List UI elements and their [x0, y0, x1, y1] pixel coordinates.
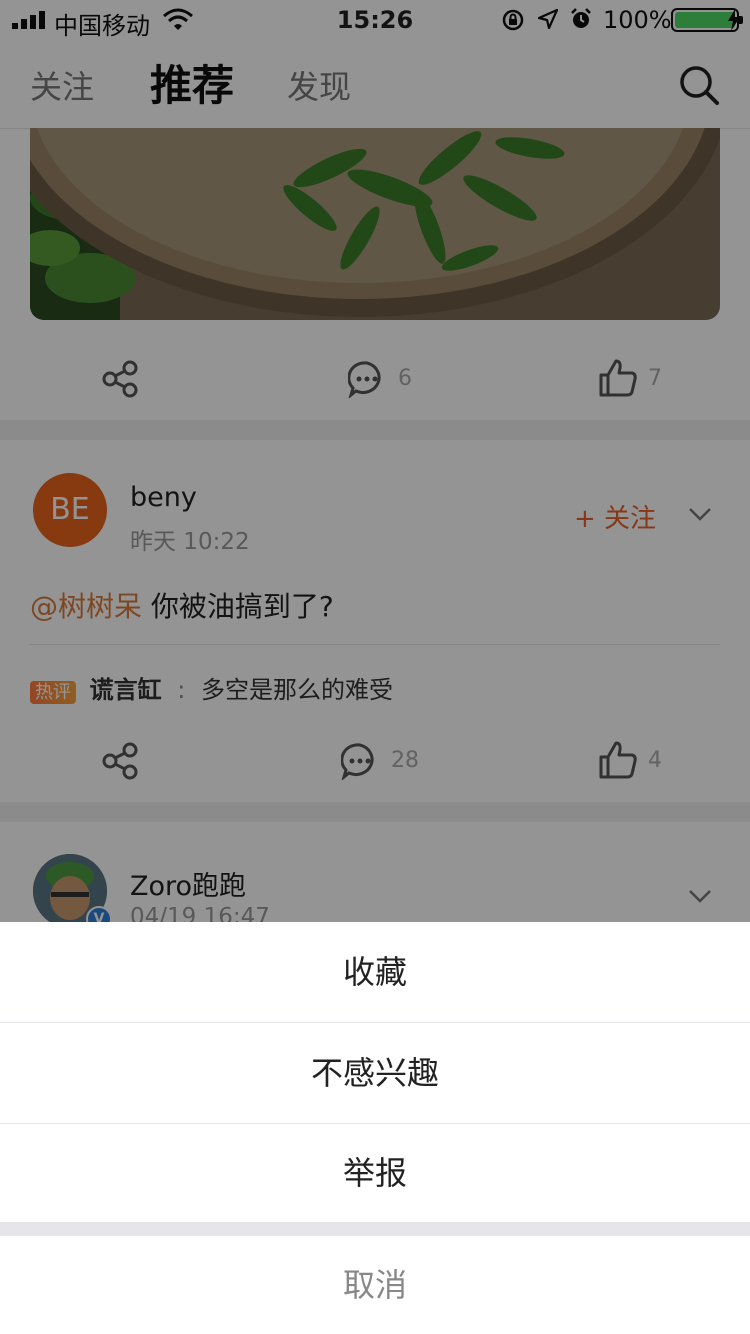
- cancel-button[interactable]: 取消: [0, 1236, 750, 1334]
- favorite-option[interactable]: 收藏: [0, 922, 750, 1022]
- not-interested-option[interactable]: 不感兴趣: [0, 1023, 750, 1123]
- report-option[interactable]: 举报: [0, 1124, 750, 1222]
- action-sheet: 收藏 不感兴趣 举报 取消: [0, 922, 750, 1334]
